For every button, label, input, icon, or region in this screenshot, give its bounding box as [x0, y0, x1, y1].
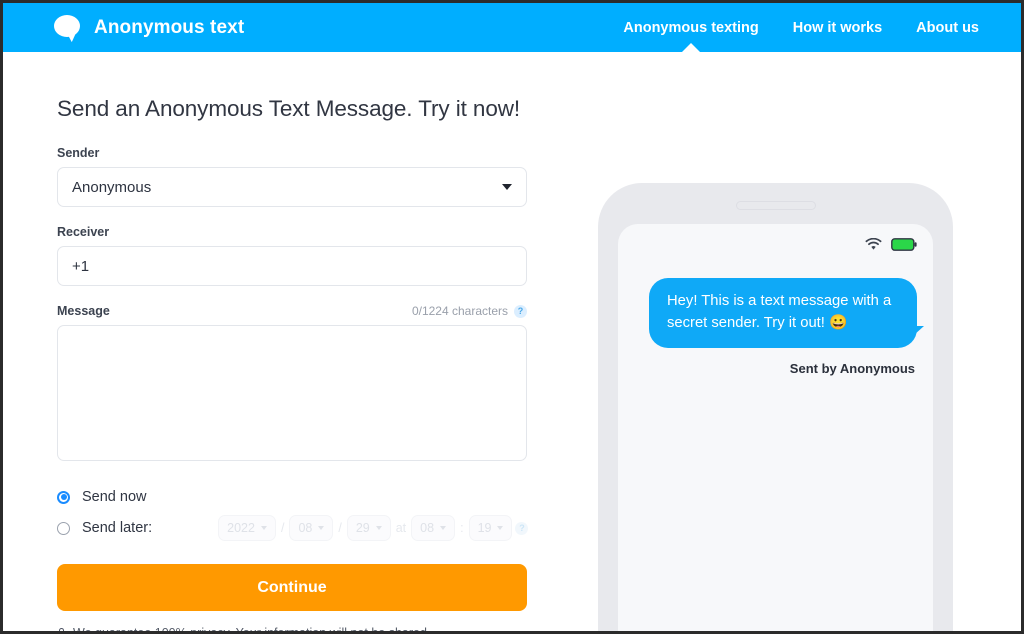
year-select[interactable]: 2022: [218, 515, 276, 541]
chevron-down-icon: [497, 526, 504, 530]
message-textarea[interactable]: [57, 325, 527, 461]
phone-mockup: Hey! This is a text message with a secre…: [598, 183, 953, 631]
site-header: Anonymous text Anonymous texting How it …: [3, 3, 1021, 52]
wifi-icon: [865, 237, 882, 256]
message-help-icon[interactable]: ?: [514, 304, 527, 318]
chevron-down-icon: [260, 526, 267, 530]
nav-label-how-it-works: How it works: [792, 19, 883, 36]
schedule-help-icon[interactable]: ?: [515, 521, 529, 535]
phone-screen: Hey! This is a text message with a secre…: [618, 224, 933, 631]
minute-select[interactable]: 19: [468, 515, 513, 541]
nav-item-anonymous-texting[interactable]: Anonymous texting: [623, 3, 758, 52]
nav-item-about-us[interactable]: About us: [916, 3, 979, 52]
nav-label-anonymous-texting: Anonymous texting: [623, 19, 759, 36]
receiver-input[interactable]: [57, 246, 527, 286]
sender-label: Sender: [57, 146, 100, 160]
main-content: Send an Anonymous Text Message. Try it n…: [3, 52, 1021, 631]
message-form: Send an Anonymous Text Message. Try it n…: [3, 52, 563, 631]
sent-by-label: Sent by Anonymous: [789, 360, 915, 376]
message-label: Message: [57, 304, 110, 318]
speech-bubble-icon: [54, 14, 82, 43]
send-later-row[interactable]: Send later: 2022 / 08 / 29 at 08: 19 ?: [57, 514, 563, 542]
privacy-notice: We guarantee 100% privacy. Your informat…: [57, 626, 563, 631]
send-later-radio[interactable]: [57, 521, 70, 535]
privacy-text: We guarantee 100% privacy. Your informat…: [73, 626, 430, 631]
message-bubble: Hey! This is a text message with a secre…: [649, 278, 924, 348]
at-label: at: [395, 521, 407, 535]
time-separator: :: [460, 521, 464, 535]
send-later-label: Send later:: [82, 520, 153, 536]
sender-select[interactable]: Anonymous: [57, 167, 527, 207]
day-select[interactable]: 29: [346, 515, 391, 541]
send-now-label: Send now: [82, 489, 147, 505]
message-label-row: Message 0/1224 characters ?: [57, 304, 527, 318]
chevron-down-icon: [440, 526, 447, 530]
lock-icon: [57, 627, 66, 631]
minute-value: 19: [477, 521, 492, 535]
chevron-down-icon: [318, 526, 325, 530]
month-value: 08: [298, 521, 313, 535]
send-now-row[interactable]: Send now: [57, 483, 563, 511]
chevron-down-icon: [375, 526, 382, 530]
continue-button[interactable]: Continue: [57, 564, 527, 611]
brand-logo[interactable]: Anonymous text: [54, 14, 245, 43]
phone-status-bar: [634, 237, 917, 256]
page-root: Anonymous text Anonymous texting How it …: [3, 3, 1021, 631]
phone-speaker: [735, 201, 816, 210]
send-now-radio[interactable]: [57, 490, 70, 504]
message-bubble-row: Hey! This is a text message with a secre…: [634, 278, 924, 348]
nav-item-how-it-works[interactable]: How it works: [793, 3, 882, 52]
receiver-label: Receiver: [57, 225, 110, 239]
phone-preview-column: Hey! This is a text message with a secre…: [563, 52, 1021, 631]
date-separator-1: /: [280, 521, 285, 535]
year-value: 2022: [227, 521, 255, 535]
hour-value: 08: [420, 521, 435, 535]
hour-select[interactable]: 08: [411, 515, 456, 541]
month-select[interactable]: 08: [289, 515, 334, 541]
character-counter: 0/1224 characters ?: [412, 304, 527, 318]
character-count-text: 0/1224 characters: [411, 304, 508, 318]
day-value: 29: [355, 521, 370, 535]
page-title: Send an Anonymous Text Message. Try it n…: [57, 96, 521, 121]
date-separator-2: /: [338, 521, 342, 535]
nav-label-about-us: About us: [916, 19, 979, 36]
schedule-options: Send now Send later: 2022 / 08 / 29 at 0…: [57, 483, 563, 542]
chevron-down-icon: [502, 184, 512, 190]
battery-icon: [891, 238, 917, 256]
brand-name: Anonymous text: [94, 16, 245, 38]
sender-select-value: Anonymous: [72, 178, 152, 196]
main-navigation: Anonymous texting How it works About us: [623, 3, 979, 52]
schedule-datetime: 2022 / 08 / 29 at 08: 19 ?: [218, 515, 529, 541]
